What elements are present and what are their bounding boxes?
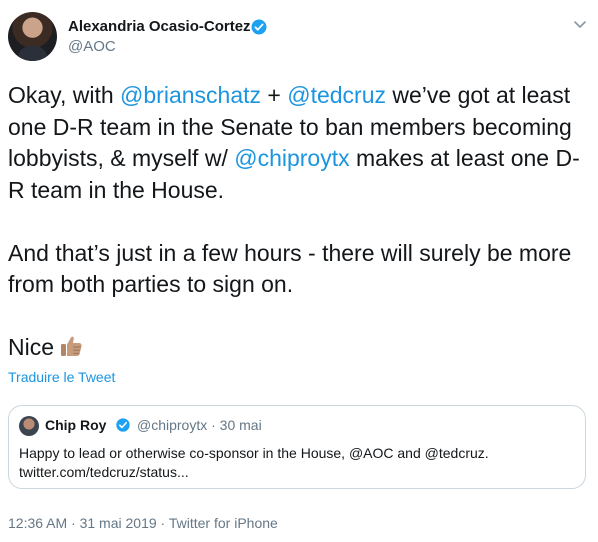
tweet-source[interactable]: Twitter for iPhone [169, 515, 278, 531]
verified-badge-icon [251, 19, 267, 35]
quote-author-name: Chip Roy [45, 417, 107, 433]
thumbs-up-emoji-icon [61, 336, 82, 356]
quote-body-line: twitter.com/tedcruz/status... [19, 464, 189, 480]
tweet-timestamp[interactable]: 12:36 AM · 31 mai 2019 [8, 515, 157, 531]
quote-body: Happy to lead or otherwise co-sponsor in… [19, 444, 575, 482]
tweet-text-segment: Okay, with [8, 82, 121, 108]
quote-meta: @chiproytx · 30 mai [137, 417, 262, 433]
quoted-tweet-card[interactable]: Chip Roy @chiproytx · 30 mai Happy to le… [8, 405, 586, 489]
tweet-text: Okay, with @brianschatz + @tedcruz we’ve… [8, 80, 594, 364]
footer-separator: · [156, 515, 169, 531]
translate-tweet-link[interactable]: Traduire le Tweet [8, 369, 115, 385]
author-avatar[interactable] [8, 12, 57, 61]
tweet-paragraph-2: And that’s just in a few hours - there w… [8, 239, 572, 298]
tweet-paragraph-1: Okay, with @brianschatz + @tedcruz we’ve… [8, 80, 594, 206]
quote-author-avatar [19, 416, 39, 436]
mention-link-tedcruz[interactable]: @tedcruz [287, 82, 386, 108]
tweet-text-segment: + [261, 82, 288, 108]
mention-link-brianschatz[interactable]: @brianschatz [120, 82, 261, 108]
author-handle[interactable]: @AOC [68, 38, 116, 55]
tweet-text-segment: Nice [8, 334, 55, 360]
tweet-paragraph-3: Nice [8, 332, 594, 364]
mention-link-chiproytx[interactable]: @chiproytx [234, 145, 349, 171]
author-name[interactable]: Alexandria Ocasio-Cortez [68, 18, 251, 35]
chevron-down-icon[interactable] [572, 16, 588, 32]
quote-body-line: Happy to lead or otherwise co-sponsor in… [19, 445, 489, 461]
tweet-footer: 12:36 AM · 31 mai 2019 · Twitter for iPh… [8, 515, 278, 531]
verified-badge-icon [116, 418, 130, 432]
